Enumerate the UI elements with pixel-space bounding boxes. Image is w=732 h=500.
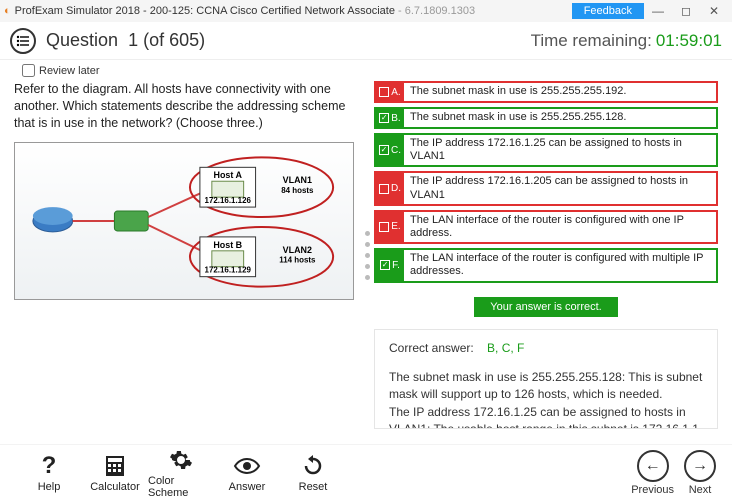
answer-checkbox[interactable]: D. bbox=[376, 173, 404, 203]
explanation-text: The subnet mask in use is 255.255.255.12… bbox=[389, 369, 703, 429]
correct-answer-label: Correct answer: bbox=[389, 341, 474, 355]
question-pane: Refer to the diagram. All hosts have con… bbox=[14, 81, 360, 429]
calculator-button[interactable]: Calculator bbox=[82, 453, 148, 493]
answer-feedback: Your answer is correct. bbox=[474, 297, 617, 317]
bottom-toolbar: ? Help Calculator Color Scheme Answer Re… bbox=[0, 444, 732, 500]
answer-button[interactable]: Answer bbox=[214, 453, 280, 493]
time-remaining-value: 01:59:01 bbox=[656, 31, 722, 51]
checkbox-icon bbox=[379, 145, 389, 155]
review-later-label: Review later bbox=[39, 65, 100, 77]
header: Question 1 (of 605) Time remaining: 01:5… bbox=[0, 22, 732, 60]
close-button[interactable]: ✕ bbox=[700, 4, 728, 18]
minimize-button[interactable]: — bbox=[644, 4, 672, 18]
review-later-row: Review later bbox=[0, 60, 732, 81]
answer-text: The IP address 172.16.1.205 can be assig… bbox=[404, 173, 716, 203]
reset-button[interactable]: Reset bbox=[280, 453, 346, 493]
svg-text:Host A: Host A bbox=[214, 170, 243, 180]
answer-checkbox[interactable]: C. bbox=[376, 135, 404, 165]
previous-button[interactable]: ← Previous bbox=[631, 450, 674, 496]
checkbox-icon bbox=[379, 184, 389, 194]
content-area: Refer to the diagram. All hosts have con… bbox=[0, 81, 732, 429]
color-scheme-button[interactable]: Color Scheme bbox=[148, 447, 214, 499]
pane-divider[interactable] bbox=[360, 81, 374, 429]
menu-button[interactable] bbox=[10, 28, 36, 54]
network-diagram: Host A 172.16.1.126 VLAN1 84 hosts Host … bbox=[14, 142, 354, 300]
reset-icon bbox=[302, 453, 324, 479]
time-remaining-label: Time remaining: bbox=[531, 31, 652, 51]
arrow-left-icon: ← bbox=[637, 450, 669, 482]
explanation-box: Correct answer: B, C, F The subnet mask … bbox=[374, 329, 718, 430]
answer-text: The LAN interface of the router is confi… bbox=[404, 212, 716, 242]
correct-answer-letters: B, C, F bbox=[487, 341, 524, 355]
svg-text:172.16.1.126: 172.16.1.126 bbox=[205, 196, 252, 205]
next-button[interactable]: → Next bbox=[684, 450, 716, 496]
gear-icon bbox=[169, 447, 193, 473]
arrow-right-icon: → bbox=[684, 450, 716, 482]
maximize-button[interactable]: ◻ bbox=[672, 4, 700, 18]
checkbox-icon bbox=[379, 222, 389, 232]
answer-option-b[interactable]: B.The subnet mask in use is 255.255.255.… bbox=[374, 107, 718, 129]
answer-checkbox[interactable]: F. bbox=[376, 250, 404, 280]
review-later-checkbox[interactable] bbox=[22, 64, 35, 77]
checkbox-icon bbox=[380, 260, 390, 270]
answer-list: A.The subnet mask in use is 255.255.255.… bbox=[374, 81, 718, 287]
question-text: Refer to the diagram. All hosts have con… bbox=[14, 81, 354, 132]
help-button[interactable]: ? Help bbox=[16, 453, 82, 493]
answer-text: The subnet mask in use is 255.255.255.19… bbox=[404, 83, 716, 101]
feedback-button[interactable]: Feedback bbox=[572, 3, 644, 19]
svg-text:84 hosts: 84 hosts bbox=[281, 186, 314, 195]
menu-icon bbox=[16, 34, 30, 48]
answer-pane: A.The subnet mask in use is 255.255.255.… bbox=[374, 81, 718, 429]
svg-text:VLAN1: VLAN1 bbox=[283, 175, 312, 185]
answer-checkbox[interactable]: E. bbox=[376, 212, 404, 242]
answer-checkbox[interactable]: B. bbox=[376, 109, 404, 127]
help-icon: ? bbox=[42, 453, 57, 479]
titlebar: ◐ ProfExam Simulator 2018 - 200-125: CCN… bbox=[0, 0, 732, 22]
svg-text:172.16.1.129: 172.16.1.129 bbox=[205, 265, 252, 274]
svg-text:114 hosts: 114 hosts bbox=[279, 255, 316, 264]
checkbox-icon bbox=[379, 87, 389, 97]
answer-option-a[interactable]: A.The subnet mask in use is 255.255.255.… bbox=[374, 81, 718, 103]
app-version: - 6.7.1809.1303 bbox=[395, 5, 475, 17]
answer-checkbox[interactable]: A. bbox=[376, 83, 404, 101]
checkbox-icon bbox=[379, 113, 389, 123]
svg-text:Host B: Host B bbox=[213, 239, 242, 249]
eye-icon bbox=[233, 453, 261, 479]
question-counter: Question 1 (of 605) bbox=[46, 30, 205, 51]
app-logo-icon: ◐ bbox=[4, 5, 11, 17]
app-title: ProfExam Simulator 2018 - 200-125: CCNA … bbox=[15, 5, 395, 17]
answer-text: The subnet mask in use is 255.255.255.12… bbox=[404, 109, 716, 127]
calculator-icon bbox=[105, 453, 125, 479]
answer-option-d[interactable]: D.The IP address 172.16.1.205 can be ass… bbox=[374, 171, 718, 205]
svg-text:VLAN2: VLAN2 bbox=[283, 244, 312, 254]
answer-option-e[interactable]: E.The LAN interface of the router is con… bbox=[374, 210, 718, 244]
answer-text: The LAN interface of the router is confi… bbox=[404, 250, 716, 280]
answer-option-f[interactable]: F.The LAN interface of the router is con… bbox=[374, 248, 718, 282]
answer-text: The IP address 172.16.1.25 can be assign… bbox=[404, 135, 716, 165]
answer-option-c[interactable]: C.The IP address 172.16.1.25 can be assi… bbox=[374, 133, 718, 167]
